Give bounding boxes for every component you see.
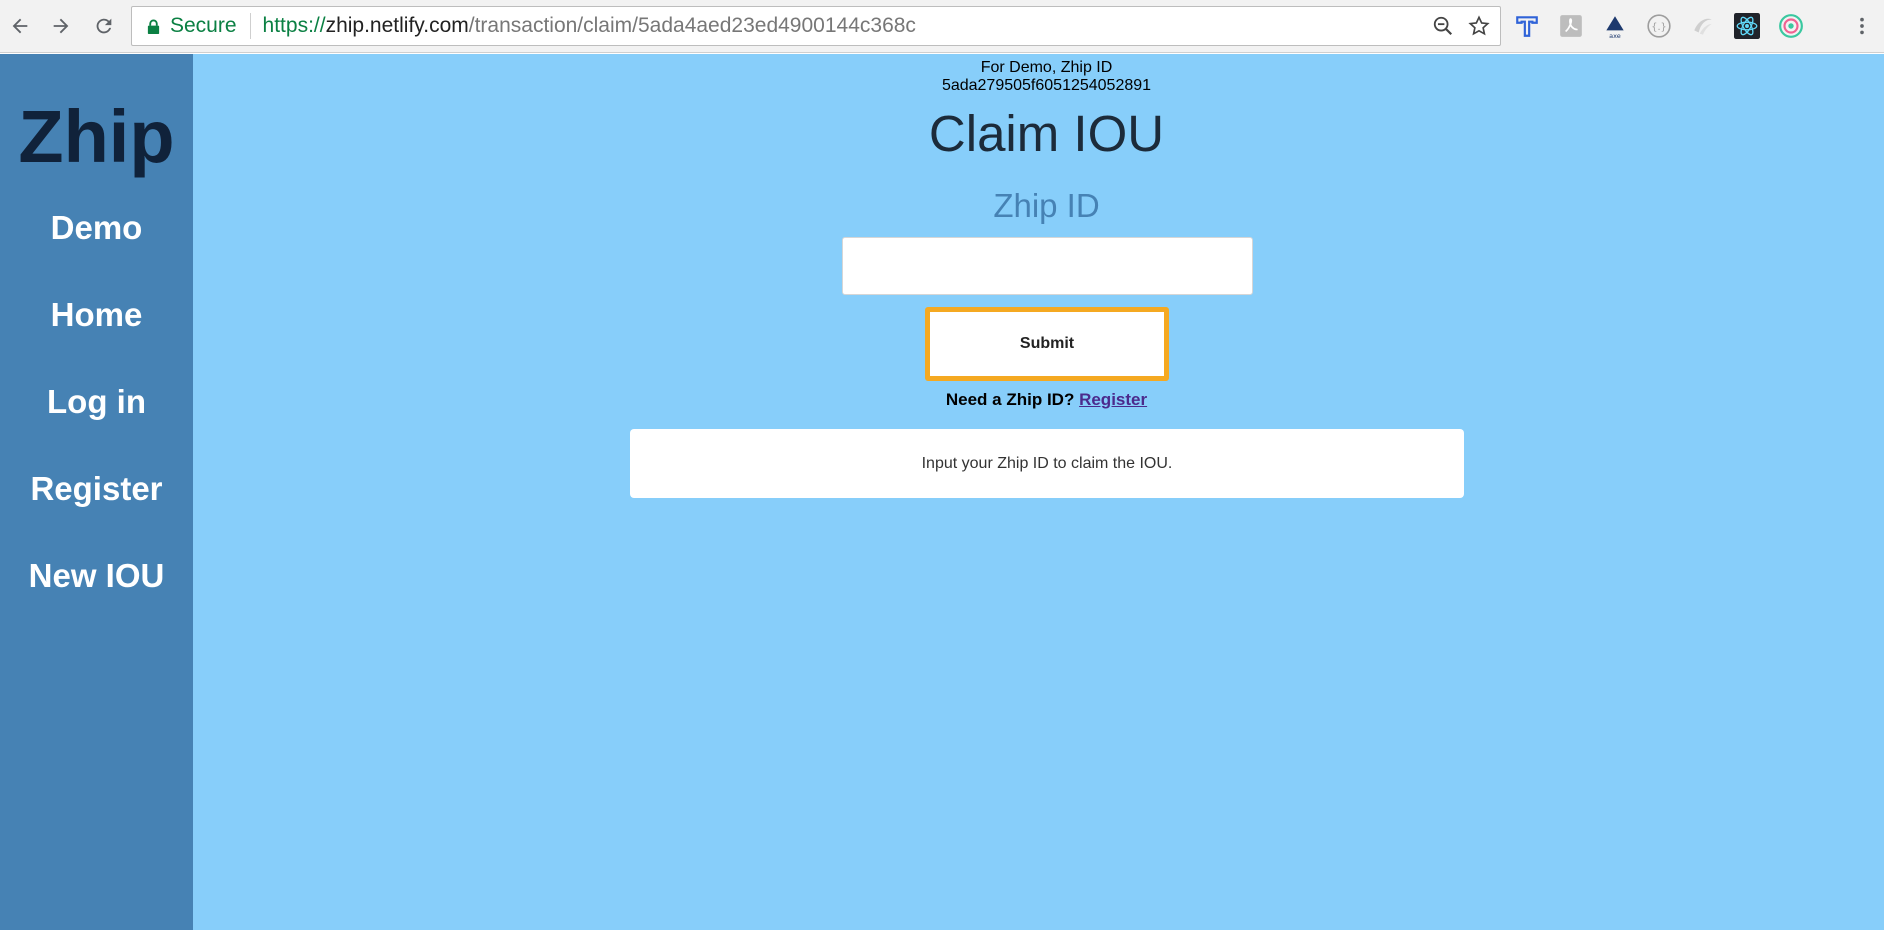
submit-button[interactable]: Submit [925,307,1169,381]
url-path: /transaction/claim/5ada4aed23ed4900144c3… [468,14,916,37]
url-text[interactable]: https://zhip.netlify.com/transaction/cla… [263,14,916,38]
reload-icon[interactable] [90,12,118,40]
browser-menu-icon[interactable] [1848,12,1876,40]
json-extension-icon[interactable]: {.} [1644,11,1674,41]
react-extension-icon[interactable] [1732,11,1762,41]
sidebar-item-new-iou[interactable]: New IOU [0,559,193,592]
sidebar-item-home[interactable]: Home [0,298,193,331]
target-extension-icon[interactable] [1776,11,1806,41]
secure-label: Secure [170,13,251,39]
brand-logo[interactable]: Zhip [0,100,193,174]
info-message: Input your Zhip ID to claim the IOU. [921,454,1173,472]
bookmark-star-icon[interactable] [1466,13,1492,39]
zhip-id-input[interactable] [842,237,1253,295]
swirl-extension-icon[interactable] [1688,11,1718,41]
url-scheme: https:// [262,14,326,37]
extensions-bar: axe {.} [1512,11,1806,41]
register-prompt-text: Need a Zhip ID? [945,390,1075,409]
info-message-box: Input your Zhip ID to claim the IOU. [630,429,1464,498]
zhip-id-label: Zhip ID [993,187,1100,224]
lock-icon [144,17,162,35]
address-bar[interactable]: Secure https://zhip.netlify.com/transact… [131,6,1501,46]
forward-icon[interactable] [47,12,75,40]
page: Zhip Demo Home Log in Register New IOU F… [0,54,1884,930]
url-host: zhip.netlify.com [325,14,469,37]
svg-text:{.}: {.} [1651,22,1667,33]
demo-zhip-id: 5ada279505f6051254052891 [941,77,1152,94]
svg-text:axe: axe [1609,32,1621,39]
demo-note: For Demo, Zhip ID 5ada279505f60512540528… [193,59,1884,95]
browser-toolbar: Secure https://zhip.netlify.com/transact… [0,0,1884,53]
back-icon[interactable] [6,12,34,40]
sidebar: Zhip Demo Home Log in Register New IOU [0,54,193,930]
demo-note-label: For Demo, Zhip ID [980,59,1113,76]
axe-extension-icon[interactable]: axe [1600,11,1630,41]
pdf-extension-icon[interactable] [1556,11,1586,41]
zoom-out-icon[interactable] [1430,13,1456,39]
text-extension-icon[interactable] [1512,11,1542,41]
register-prompt: Need a Zhip ID? Register [193,390,1884,410]
page-title: Claim IOU [928,105,1165,162]
sidebar-item-demo[interactable]: Demo [0,211,193,244]
sidebar-item-register[interactable]: Register [0,472,193,505]
sidebar-item-log-in[interactable]: Log in [0,385,193,418]
main-content: For Demo, Zhip ID 5ada279505f60512540528… [193,54,1884,930]
register-link[interactable]: Register [1079,390,1147,409]
